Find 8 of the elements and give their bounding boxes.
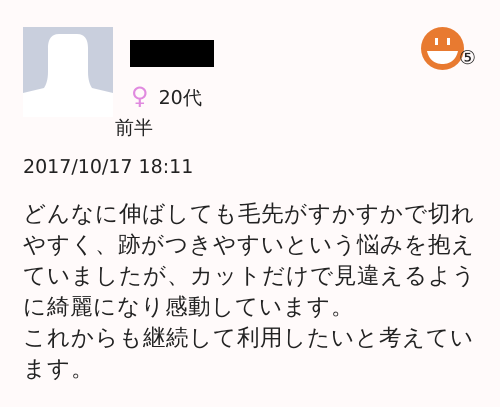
post-date: 2017/10/17 18:11 bbox=[23, 155, 194, 179]
review-text: これからも継続して利用したいと考えています。 bbox=[23, 324, 475, 384]
rating-number: ⑤ bbox=[459, 47, 476, 69]
gender-symbol: ♀ bbox=[131, 81, 149, 111]
age-group: 前半 bbox=[115, 113, 153, 143]
avatar-silhouette-icon bbox=[23, 27, 113, 117]
age-group: 20代 bbox=[158, 87, 202, 109]
review-text: どんなに伸ばしても毛先がすかすかで切れやすく、跡がつきやすいという悩みを抱えていましたが、カットだけで見違えるように綺麗になり感動しています。 bbox=[23, 200, 477, 322]
